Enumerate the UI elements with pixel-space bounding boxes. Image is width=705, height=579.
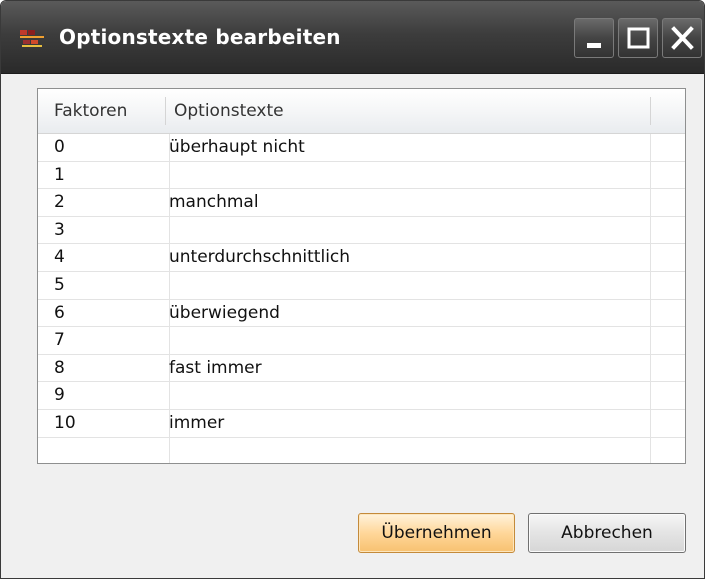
column-separator bbox=[165, 97, 166, 125]
table-row[interactable]: 4 unterdurchschnittlich bbox=[38, 244, 685, 272]
cell-faktor: 7 bbox=[54, 330, 65, 351]
table-row[interactable]: 6 überwiegend bbox=[38, 300, 685, 328]
maximize-icon bbox=[627, 27, 650, 49]
cell-faktor: 4 bbox=[54, 247, 65, 268]
cell-faktor: 2 bbox=[54, 192, 65, 213]
cell-optionstext[interactable]: unterdurchschnittlich bbox=[169, 244, 350, 271]
cell-faktor: 3 bbox=[54, 219, 65, 240]
options-grid[interactable]: Faktoren Optionstexte 0 überhaupt nicht 1… bbox=[37, 88, 686, 464]
cell-faktor: 9 bbox=[54, 385, 65, 406]
cell-faktor: 5 bbox=[54, 274, 65, 295]
cell-optionstext[interactable]: fast immer bbox=[169, 355, 262, 382]
table-row-new[interactable] bbox=[38, 438, 685, 463]
table-row[interactable]: 10 immer bbox=[38, 410, 685, 438]
cell-optionstext[interactable]: überwiegend bbox=[169, 300, 280, 327]
table-row[interactable]: 9 bbox=[38, 382, 685, 410]
column-separator bbox=[650, 97, 651, 125]
cell-faktor: 0 bbox=[54, 137, 65, 157]
column-header-optionstexte[interactable]: Optionstexte bbox=[174, 89, 284, 133]
cell-optionstext[interactable]: manchmal bbox=[169, 189, 259, 216]
minimize-button[interactable] bbox=[574, 18, 614, 58]
cell-optionstext[interactable]: immer bbox=[169, 410, 224, 437]
cell-faktor: 10 bbox=[54, 412, 76, 433]
abbrechen-button[interactable]: Abbrechen bbox=[528, 513, 686, 553]
window-title: Optionstexte bearbeiten bbox=[59, 25, 341, 49]
table-row[interactable]: 8 fast immer bbox=[38, 355, 685, 383]
uebernehmen-button[interactable]: Übernehmen bbox=[358, 513, 515, 553]
title-bar[interactable]: Optionstexte bearbeiten bbox=[1, 1, 704, 74]
table-row[interactable]: 0 überhaupt nicht bbox=[38, 134, 685, 162]
grid-header: Faktoren Optionstexte bbox=[38, 89, 685, 134]
grid-rows: 0 überhaupt nicht 1 2 manchmal 3 4 unterdur… bbox=[38, 134, 685, 463]
cell-faktor: 1 bbox=[54, 164, 65, 185]
column-header-faktoren[interactable]: Faktoren bbox=[54, 89, 127, 133]
table-row[interactable]: 2 manchmal bbox=[38, 189, 685, 217]
table-row[interactable]: 5 bbox=[38, 272, 685, 300]
close-icon bbox=[671, 26, 694, 50]
close-button[interactable] bbox=[662, 18, 702, 58]
table-row[interactable]: 3 bbox=[38, 217, 685, 245]
table-row[interactable]: 7 bbox=[38, 327, 685, 355]
maximize-button[interactable] bbox=[618, 18, 658, 58]
app-icon bbox=[19, 29, 47, 49]
cell-optionstext[interactable]: überhaupt nicht bbox=[169, 134, 305, 161]
minimize-icon bbox=[587, 43, 601, 48]
table-row[interactable]: 1 bbox=[38, 162, 685, 190]
cell-faktor: 8 bbox=[54, 357, 65, 378]
dialog-window: Optionstexte bearbeiten Faktoren Options… bbox=[0, 0, 705, 579]
cell-faktor: 6 bbox=[54, 302, 65, 323]
